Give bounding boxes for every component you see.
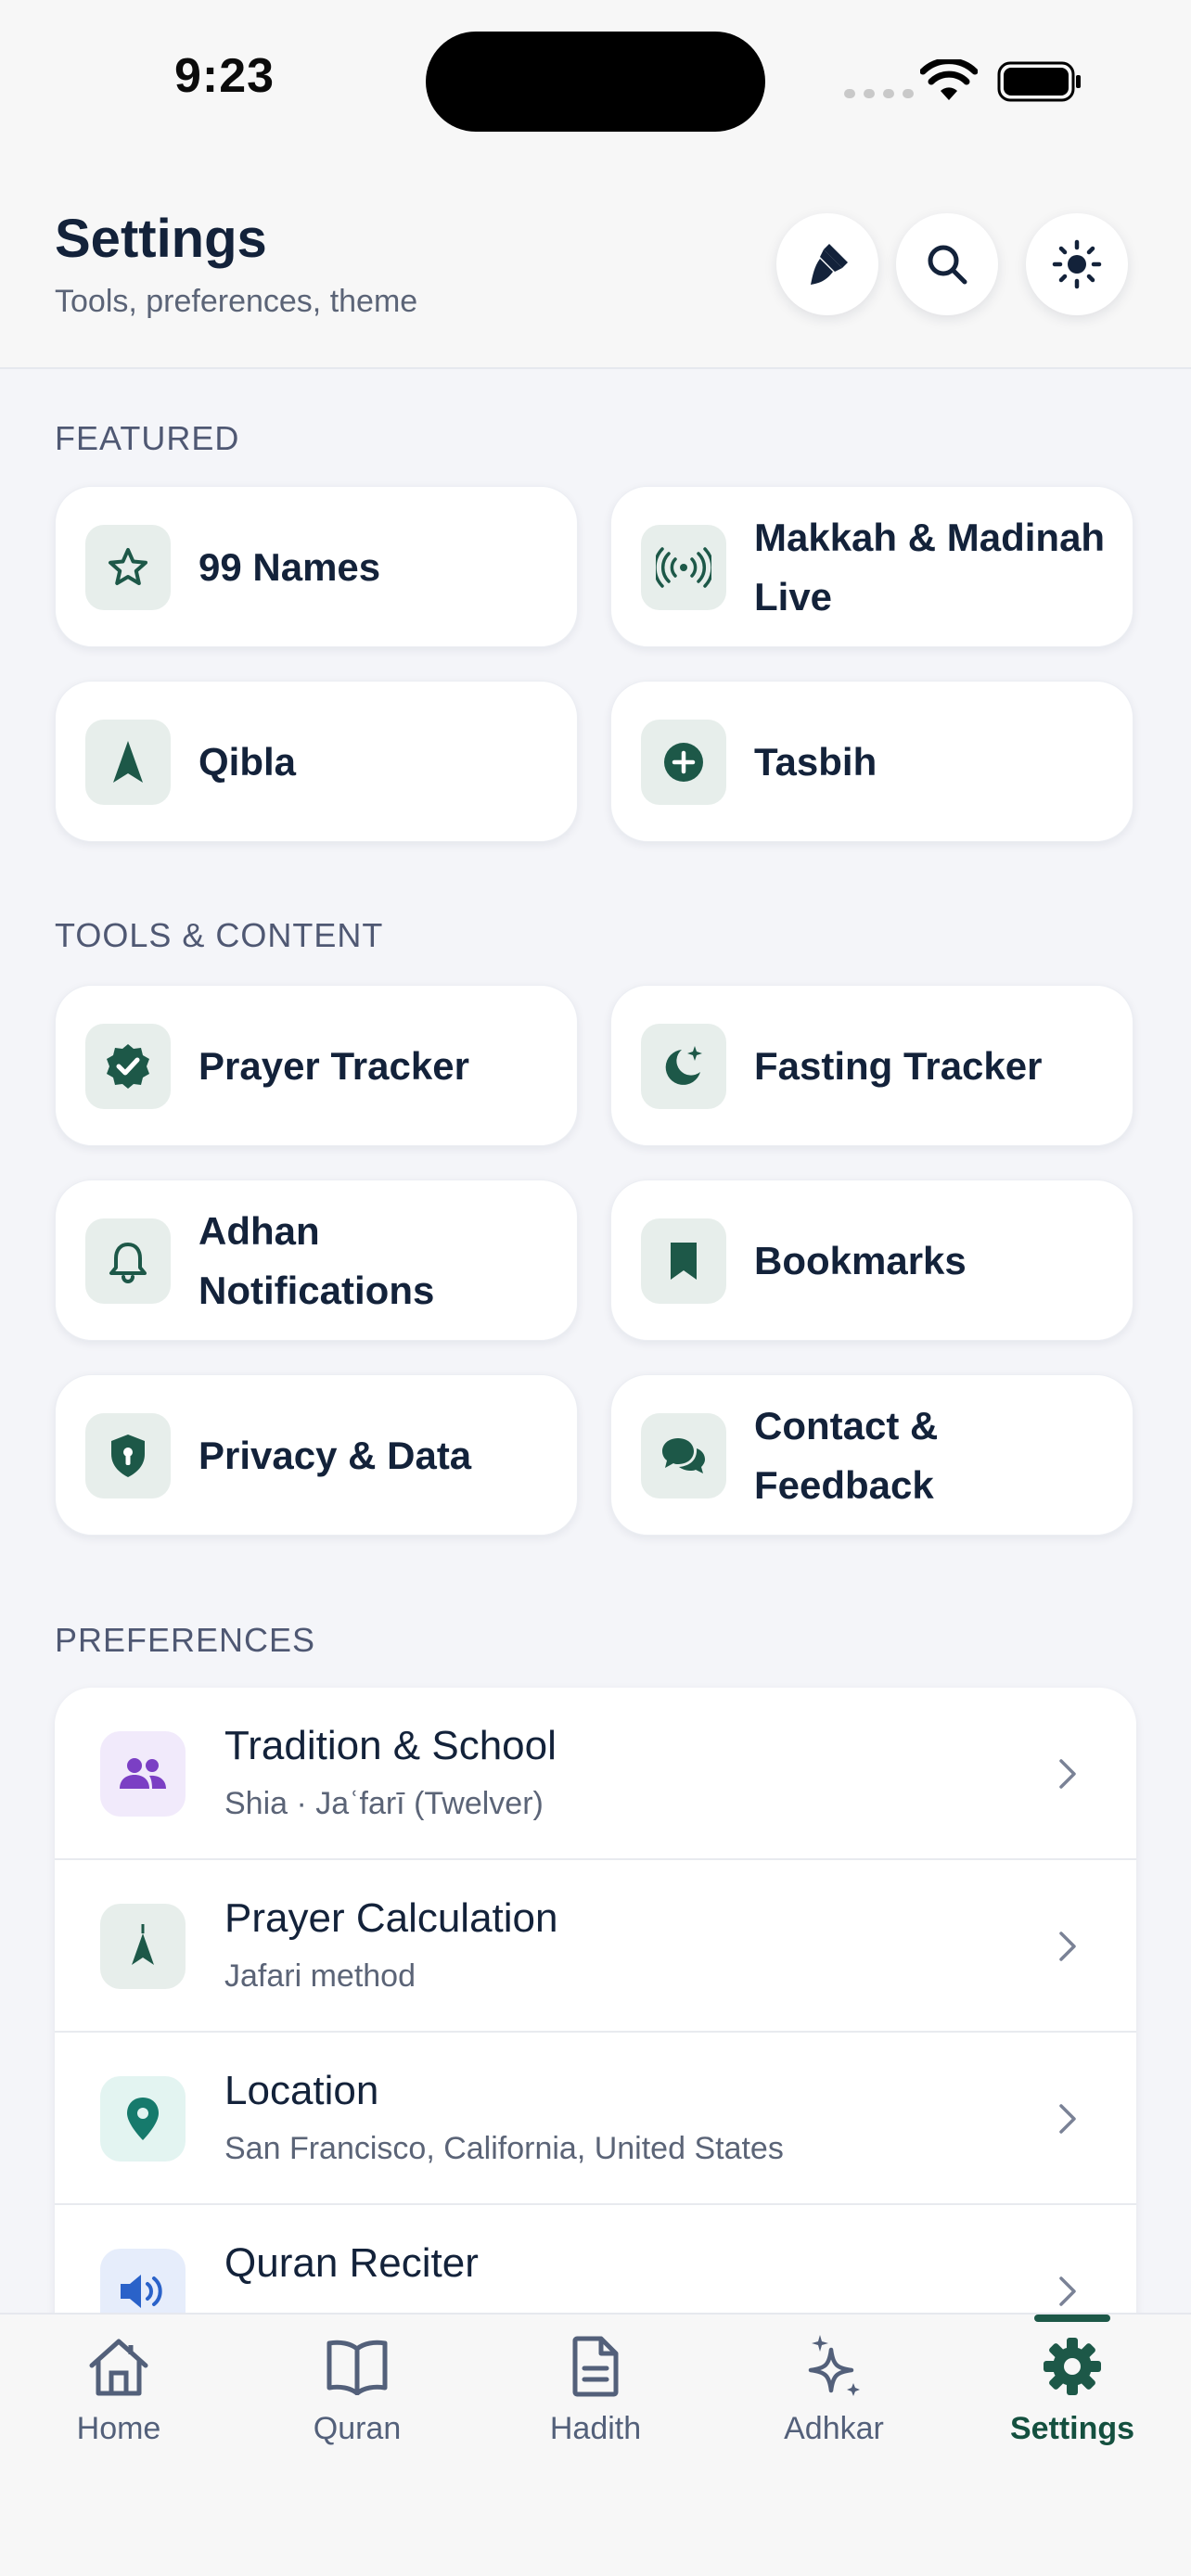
map-pin-icon (127, 2098, 159, 2140)
paintbrush-icon (811, 244, 848, 285)
bell-icon (109, 1243, 147, 1283)
home-icon (89, 2339, 148, 2396)
shield-icon (111, 1435, 145, 1477)
sparkles-icon (808, 2335, 860, 2396)
tools-section-title: TOOLS & CONTENT (55, 916, 384, 954)
pref-quran-reciter[interactable]: Quran Reciter (55, 2205, 1136, 2318)
tab-label: Home (76, 2411, 161, 2446)
tab-hadith[interactable]: Hadith (503, 2315, 688, 2454)
wifi-icon (920, 59, 978, 100)
book-icon (327, 2340, 388, 2395)
tool-label: Fasting Tracker (754, 1044, 1043, 1088)
tool-label: Privacy & Data (198, 1434, 472, 1477)
chevron-right-icon (1059, 2276, 1076, 2306)
feature-tasbih[interactable]: Tasbih (610, 681, 1133, 842)
bookmark-icon (671, 1243, 697, 1280)
feature-makkah-madinah-live[interactable]: Makkah & Madinah Live (610, 486, 1133, 647)
page-title: Settings (55, 209, 267, 269)
tool-label: Bookmarks (754, 1239, 967, 1282)
tab-label: Adhkar (784, 2411, 884, 2446)
pref-title: Prayer Calculation (224, 1895, 558, 1941)
pref-title: Quran Reciter (224, 2240, 479, 2286)
compass-arrow-icon (113, 741, 143, 783)
page-header: Settings Tools, preferences, theme (0, 158, 1191, 369)
tool-label: Contact & Feedback (754, 1404, 939, 1507)
status-time: 9:23 (174, 49, 275, 103)
tool-privacy-data[interactable]: Privacy & Data (55, 1374, 578, 1536)
pref-location[interactable]: Location San Francisco, California, Unit… (55, 2033, 1136, 2205)
pref-value: Jafari method (224, 1958, 416, 1994)
tool-label: Adhan Notifications (198, 1209, 435, 1312)
tool-bookmarks[interactable]: Bookmarks (610, 1180, 1133, 1341)
compass-arrow-icon (132, 1924, 154, 1965)
tool-label: Prayer Tracker (198, 1044, 469, 1088)
sun-icon (1052, 239, 1102, 289)
pref-value: San Francisco, California, United States (224, 2131, 784, 2166)
plus-circle-icon (664, 743, 703, 782)
theme-toggle-button[interactable] (1026, 213, 1128, 315)
moon-star-icon (665, 1046, 702, 1085)
pref-title: Location (224, 2068, 379, 2113)
featured-section-title: FEATURED (55, 419, 240, 457)
preferences-list: Tradition & School Shia · Jaʿfarī (Twelv… (55, 1688, 1136, 2318)
battery-icon (997, 61, 1081, 102)
page-subtitle: Tools, preferences, theme (55, 284, 418, 319)
theme-brush-button[interactable] (776, 213, 878, 315)
chevron-right-icon (1059, 2104, 1076, 2134)
tab-label: Quran (313, 2411, 402, 2446)
feature-label: Qibla (198, 740, 297, 784)
feature-label: 99 Names (198, 545, 381, 589)
search-icon (928, 245, 967, 285)
tab-home[interactable]: Home (26, 2315, 211, 2454)
tab-label: Hadith (549, 2411, 642, 2446)
pref-value: Shia · Jaʿfarī (Twelver) (224, 1786, 544, 1821)
search-button[interactable] (896, 213, 998, 315)
tool-contact-feedback[interactable]: Contact & Feedback (610, 1374, 1133, 1536)
status-bar: 9:23 (0, 0, 1191, 158)
tab-bar: Home Quran Hadith Adhkar Settings (0, 2313, 1191, 2576)
feature-qibla[interactable]: Qibla (55, 681, 578, 842)
feature-99-names[interactable]: 99 Names (55, 486, 578, 647)
tool-fasting-tracker[interactable]: Fasting Tracker (610, 985, 1133, 1146)
badge-check-icon (107, 1044, 149, 1089)
tool-prayer-tracker[interactable]: Prayer Tracker (55, 985, 578, 1146)
cellular-signal-icon (844, 89, 914, 98)
tab-quran[interactable]: Quran (264, 2315, 450, 2454)
users-icon (120, 1758, 166, 1789)
feature-label: Makkah & Madinah Live (754, 516, 1106, 618)
feature-label: Tasbih (754, 740, 877, 784)
chat-icon (662, 1438, 705, 1473)
tab-label: Settings (1009, 2411, 1135, 2446)
chevron-right-icon (1059, 1759, 1076, 1789)
chevron-right-icon (1059, 1932, 1076, 1961)
dynamic-island (426, 32, 765, 132)
tab-settings[interactable]: Settings (980, 2315, 1165, 2454)
tab-adhkar[interactable]: Adhkar (741, 2315, 927, 2454)
star-icon (109, 548, 147, 585)
preferences-section-title: PREFERENCES (55, 1621, 316, 1659)
broadcast-icon (656, 547, 711, 588)
tool-adhan-notifications[interactable]: Adhan Notifications (55, 1180, 578, 1341)
speaker-icon (121, 2275, 162, 2308)
document-icon (572, 2336, 619, 2397)
pref-prayer-calculation[interactable]: Prayer Calculation Jafari method (55, 1860, 1136, 2033)
pref-tradition-school[interactable]: Tradition & School Shia · Jaʿfarī (Twelv… (55, 1688, 1136, 1860)
gear-icon (1044, 2338, 1101, 2395)
pref-title: Tradition & School (224, 1723, 557, 1768)
